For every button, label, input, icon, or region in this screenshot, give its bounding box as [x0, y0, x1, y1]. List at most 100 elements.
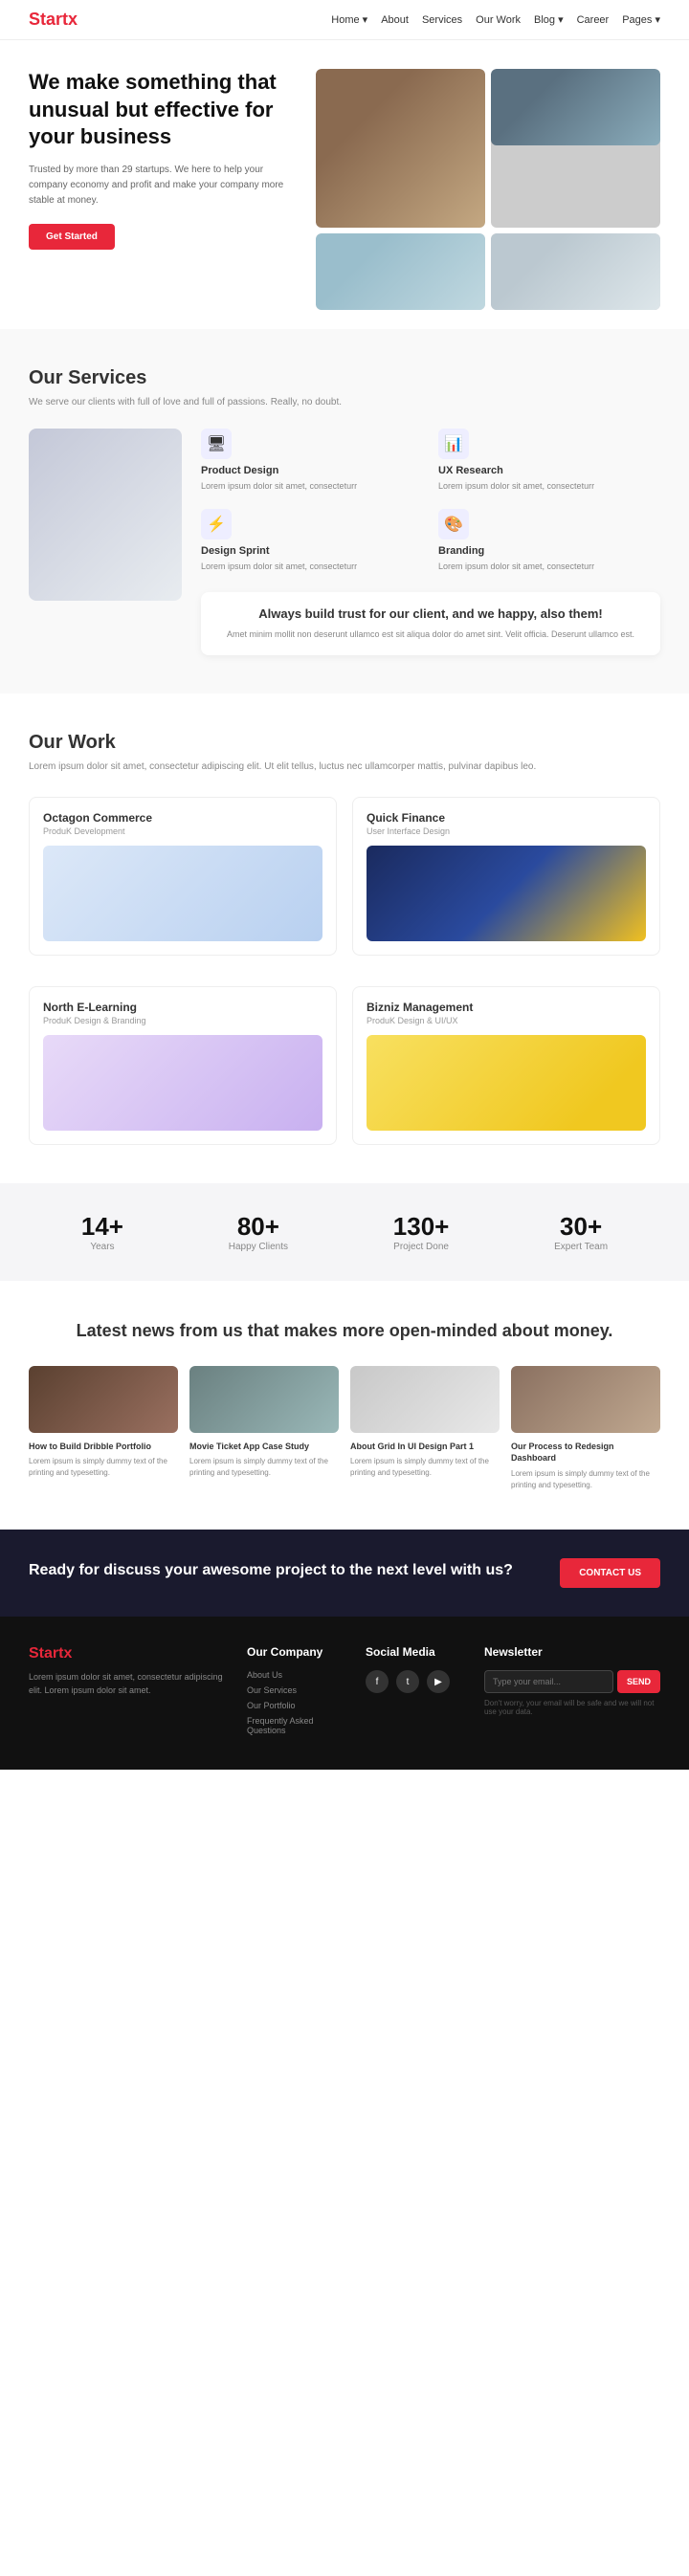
- twitter-icon[interactable]: t: [396, 1670, 419, 1693]
- service-design-sprint: ⚡ Design Sprint Lorem ipsum dolor sit am…: [201, 509, 423, 574]
- get-started-button[interactable]: Get Started: [29, 224, 115, 250]
- nav-about[interactable]: About: [381, 14, 409, 26]
- news-card-4-title: Our Process to Redesign Dashboard: [511, 1441, 660, 1464]
- logo[interactable]: Startx: [29, 10, 78, 30]
- news-heading: Latest news from us that makes more open…: [29, 1319, 660, 1343]
- footer-company-links: About Us Our Services Our Portfolio Freq…: [247, 1670, 346, 1735]
- hero-image-2: [491, 69, 660, 228]
- news-card-2[interactable]: Movie Ticket App Case Study Lorem ipsum …: [189, 1366, 339, 1491]
- cta-heading: Ready for discuss your awesome project t…: [29, 1560, 513, 1581]
- stat-projects-label: Project Done: [393, 1242, 450, 1252]
- work-card-2-sub: User Interface Design: [367, 826, 646, 836]
- social-icons-group: f t ▶: [366, 1670, 465, 1693]
- nav-ourwork[interactable]: Our Work: [476, 14, 521, 26]
- news-card-4-image: [511, 1366, 660, 1433]
- footer-newsletter-heading: Newsletter: [484, 1645, 660, 1659]
- newsletter-form: SEND: [484, 1670, 660, 1693]
- news-section: Latest news from us that makes more open…: [0, 1281, 689, 1530]
- service-1-name: Product Design: [201, 465, 423, 476]
- work-section: Our Work Lorem ipsum dolor sit amet, con…: [0, 694, 689, 1183]
- work-card-3-image: [43, 1035, 322, 1131]
- hero-img-placeholder-2: [491, 69, 660, 145]
- stat-clients: 80+ Happy Clients: [229, 1212, 288, 1252]
- nav-career[interactable]: Career: [577, 14, 610, 26]
- hero-img-placeholder-3: [316, 233, 485, 310]
- facebook-icon[interactable]: f: [366, 1670, 389, 1693]
- services-team-image: [29, 429, 182, 601]
- branding-icon: 🎨: [438, 509, 469, 539]
- work-card-1[interactable]: Octagon Commerce ProduK Development: [29, 797, 337, 956]
- footer-link-portfolio[interactable]: Our Portfolio: [247, 1701, 346, 1710]
- design-sprint-icon: ⚡: [201, 509, 232, 539]
- nav-pages[interactable]: Pages ▾: [622, 13, 660, 26]
- service-2-desc: Lorem ipsum dolor sit amet, consecteturr: [438, 480, 660, 494]
- news-card-3-image: [350, 1366, 500, 1433]
- stat-years-number: 14+: [81, 1212, 123, 1242]
- footer-link-about[interactable]: About Us: [247, 1670, 346, 1680]
- work-card-3[interactable]: North E-Learning ProduK Design & Brandin…: [29, 986, 337, 1145]
- news-card-1-desc: Lorem ipsum is simply dummy text of the …: [29, 1456, 178, 1479]
- news-card-2-desc: Lorem ipsum is simply dummy text of the …: [189, 1456, 339, 1479]
- footer: Startx Lorem ipsum dolor sit amet, conse…: [0, 1617, 689, 1770]
- footer-company-col: Our Company About Us Our Services Our Po…: [247, 1645, 346, 1741]
- work-card-4-image: [367, 1035, 646, 1131]
- service-2-name: UX Research: [438, 465, 660, 476]
- footer-newsletter-col: Newsletter SEND Don't worry, your email …: [484, 1645, 660, 1741]
- newsletter-send-button[interactable]: SEND: [617, 1670, 660, 1693]
- work-card-1-sub: ProduK Development: [43, 826, 322, 836]
- news-card-2-image: [189, 1366, 339, 1433]
- stats-section: 14+ Years 80+ Happy Clients 130+ Project…: [0, 1183, 689, 1281]
- footer-brand-col: Startx Lorem ipsum dolor sit amet, conse…: [29, 1645, 228, 1741]
- nav-home[interactable]: Home ▾: [331, 13, 367, 26]
- news-card-3-title: About Grid In UI Design Part 1: [350, 1441, 500, 1453]
- work-card-2-image: [367, 846, 646, 941]
- youtube-icon[interactable]: ▶: [427, 1670, 450, 1693]
- work-heading: Our Work: [29, 732, 660, 754]
- news-card-1-title: How to Build Dribble Portfolio: [29, 1441, 178, 1453]
- hero-images: [316, 69, 660, 310]
- footer-link-services[interactable]: Our Services: [247, 1685, 346, 1695]
- news-card-4-desc: Lorem ipsum is simply dummy text of the …: [511, 1468, 660, 1491]
- services-grid: 🖥 Product Design Lorem ipsum dolor sit a…: [201, 429, 660, 573]
- stat-years-label: Years: [81, 1242, 123, 1252]
- work-card-1-title: Octagon Commerce: [43, 811, 322, 825]
- footer-disclaimer: Don't worry, your email will be safe and…: [484, 1699, 660, 1716]
- newsletter-email-input[interactable]: [484, 1670, 613, 1693]
- contact-us-button[interactable]: CONTACT US: [560, 1558, 660, 1588]
- ux-research-icon: 📊: [438, 429, 469, 459]
- service-product-design: 🖥 Product Design Lorem ipsum dolor sit a…: [201, 429, 423, 494]
- nav-blog[interactable]: Blog ▾: [534, 13, 564, 26]
- trust-body: Amet minim mollit non deserunt ullamco e…: [214, 628, 647, 642]
- stat-projects-number: 130+: [393, 1212, 450, 1242]
- navbar: Startx Home ▾ About Services Our Work Bl…: [0, 0, 689, 40]
- nav-services[interactable]: Services: [422, 14, 462, 26]
- work-card-2[interactable]: Quick Finance User Interface Design: [352, 797, 660, 956]
- work-card-1-image: [43, 846, 322, 941]
- hero-image-4: [491, 233, 660, 310]
- service-3-desc: Lorem ipsum dolor sit amet, consecteturr: [201, 561, 423, 574]
- hero-image-1: [316, 69, 485, 228]
- stat-clients-number: 80+: [229, 1212, 288, 1242]
- work-card-4[interactable]: Bizniz Management ProduK Design & UI/UX: [352, 986, 660, 1145]
- news-card-4[interactable]: Our Process to Redesign Dashboard Lorem …: [511, 1366, 660, 1491]
- services-layout: 🖥 Product Design Lorem ipsum dolor sit a…: [29, 429, 660, 655]
- work-card-2-title: Quick Finance: [367, 811, 646, 825]
- work-card-3-sub: ProduK Design & Branding: [43, 1016, 322, 1025]
- services-heading: Our Services: [29, 367, 660, 389]
- news-card-2-title: Movie Ticket App Case Study: [189, 1441, 339, 1453]
- service-4-desc: Lorem ipsum dolor sit amet, consecteturr: [438, 561, 660, 574]
- stat-projects: 130+ Project Done: [393, 1212, 450, 1252]
- footer-social-heading: Social Media: [366, 1645, 465, 1659]
- service-4-name: Branding: [438, 545, 660, 557]
- nav-links: Home ▾ About Services Our Work Blog ▾ Ca…: [331, 13, 660, 26]
- trust-heading: Always build trust for our client, and w…: [214, 605, 647, 623]
- news-card-1[interactable]: How to Build Dribble Portfolio Lorem ips…: [29, 1366, 178, 1491]
- news-grid: How to Build Dribble Portfolio Lorem ips…: [29, 1366, 660, 1491]
- service-3-name: Design Sprint: [201, 545, 423, 557]
- news-card-3-desc: Lorem ipsum is simply dummy text of the …: [350, 1456, 500, 1479]
- footer-link-faq[interactable]: Frequently Asked Questions: [247, 1716, 346, 1735]
- work-sub: Lorem ipsum dolor sit amet, consectetur …: [29, 760, 660, 774]
- news-card-3[interactable]: About Grid In UI Design Part 1 Lorem ips…: [350, 1366, 500, 1491]
- footer-logo: Startx: [29, 1645, 228, 1662]
- work-grid: Octagon Commerce ProduK Development Quic…: [29, 797, 660, 1145]
